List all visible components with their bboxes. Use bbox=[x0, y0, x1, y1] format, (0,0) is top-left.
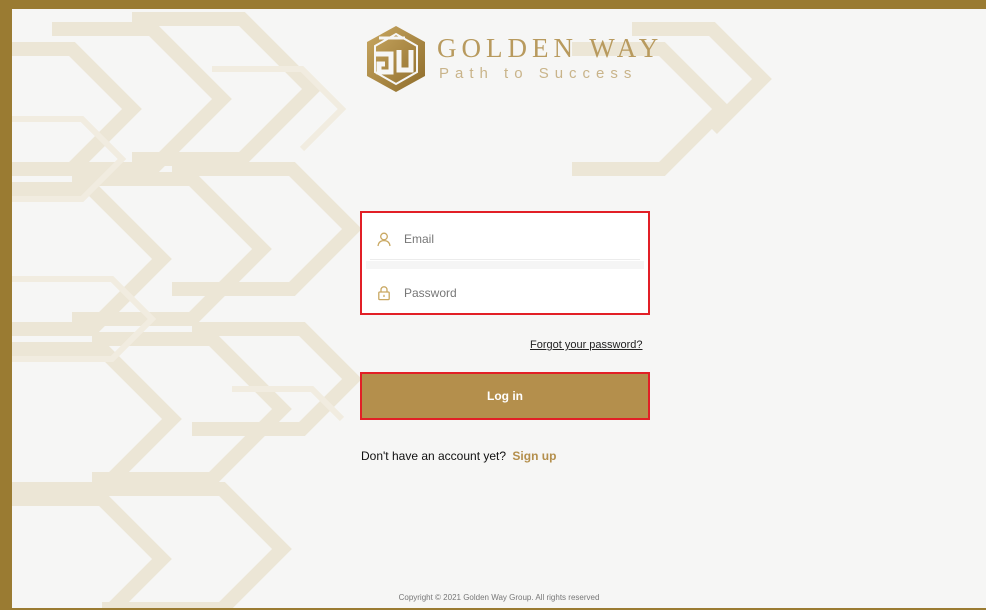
login-button[interactable]: Log in bbox=[360, 372, 650, 420]
email-input[interactable] bbox=[402, 231, 640, 247]
credentials-form bbox=[360, 211, 650, 315]
brand-name: GOLDEN WAY bbox=[437, 33, 664, 63]
signup-prompt: Don't have an account yet? Sign up bbox=[361, 449, 556, 463]
email-field[interactable] bbox=[370, 219, 640, 260]
field-divider bbox=[366, 261, 644, 269]
login-page: GOLDEN WAY Path to Success Forgot your p… bbox=[0, 0, 986, 610]
signup-link[interactable]: Sign up bbox=[512, 449, 556, 463]
gw-monogram-icon bbox=[367, 26, 425, 92]
password-field[interactable] bbox=[370, 273, 640, 313]
forgot-password-link[interactable]: Forgot your password? bbox=[530, 339, 643, 351]
brand-tagline: Path to Success bbox=[439, 65, 638, 82]
copyright-text: Copyright © 2021 Golden Way Group. All r… bbox=[398, 593, 600, 602]
brand-logo: GOLDEN WAY Path to Success bbox=[361, 24, 663, 94]
signup-prompt-text: Don't have an account yet? bbox=[361, 449, 507, 463]
lock-icon bbox=[378, 286, 390, 301]
user-icon bbox=[377, 232, 391, 247]
password-input[interactable] bbox=[402, 285, 640, 301]
brand-text: GOLDEN WAY Path to Success bbox=[437, 33, 663, 85]
